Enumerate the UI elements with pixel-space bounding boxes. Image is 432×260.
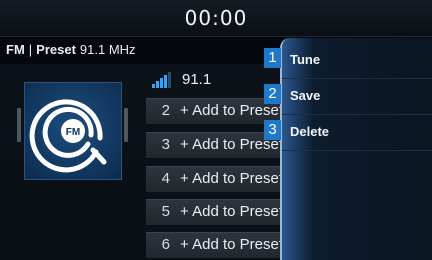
menu-item-label: Tune	[290, 52, 321, 67]
menu-empty-area	[282, 150, 432, 186]
preset-label: + Add to Preset	[180, 102, 283, 119]
preset-number: 4	[161, 170, 170, 187]
menu-item-delete[interactable]: Delete	[282, 114, 432, 151]
header-separator: |	[28, 42, 33, 57]
preset-number: 5	[161, 203, 170, 220]
context-menu: Tune Save Delete	[280, 38, 432, 260]
now-playing-frequency: 91.1	[182, 71, 212, 88]
preset-label: Preset	[36, 42, 76, 57]
menu-item-save[interactable]: Save	[282, 78, 432, 115]
menu-number-badge: 3	[264, 120, 281, 140]
signal-bars-icon	[152, 72, 171, 88]
preset-label: + Add to Preset	[180, 203, 283, 220]
album-art: FM	[24, 82, 122, 180]
preset-number: 3	[161, 136, 170, 153]
preset-label: + Add to Preset	[180, 170, 283, 187]
page-title: FM | Preset 91.1 MHz	[0, 38, 286, 62]
preset-label: + Add to Preset	[180, 236, 283, 253]
header-frequency: 91.1 MHz	[79, 42, 136, 57]
menu-number-badge: 1	[264, 48, 281, 68]
preset-number: 2	[161, 102, 170, 119]
preset-slot-4[interactable]: 4 + Add to Preset	[146, 166, 296, 192]
preset-number: 6	[161, 236, 170, 253]
preset-slot-5[interactable]: 5 + Add to Preset	[146, 199, 296, 225]
clock: 00:00	[184, 6, 248, 30]
menu-item-tune[interactable]: Tune	[282, 42, 432, 79]
preset-slot-6[interactable]: 6 + Add to Preset	[146, 232, 296, 258]
band-label: FM	[6, 42, 25, 57]
status-bar: 00:00	[0, 0, 432, 37]
radio-screen: 00:00 FM | Preset 91.1 MHz FM 91.1 2 + Add t…	[0, 0, 432, 260]
art-right-tab	[124, 108, 128, 142]
album-art-badge: FM	[66, 127, 80, 138]
menu-item-label: Save	[290, 88, 321, 103]
menu-number-badge: 2	[264, 84, 281, 104]
art-left-tab	[17, 108, 21, 142]
menu-item-label: Delete	[290, 124, 330, 139]
radio-fm-icon: FM	[29, 99, 107, 173]
